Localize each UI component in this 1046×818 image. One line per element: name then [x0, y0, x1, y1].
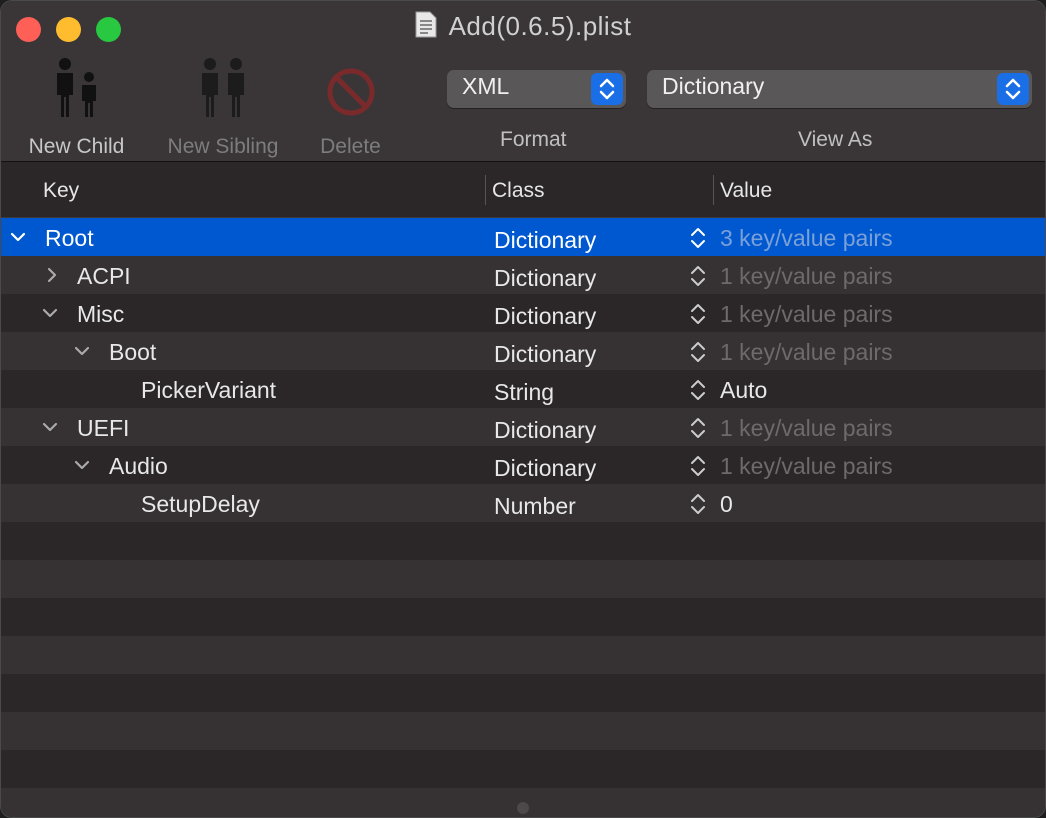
- window-title: Add(0.6.5).plist: [1, 11, 1045, 42]
- new-sibling-label: New Sibling: [167, 135, 279, 158]
- resize-handle[interactable]: [517, 802, 529, 814]
- column-header-value[interactable]: Value: [720, 179, 772, 203]
- row-class: Dictionary: [494, 303, 597, 329]
- delete-label: Delete: [320, 135, 381, 158]
- row-value: 1 key/value pairs: [720, 453, 893, 479]
- class-stepper-icon[interactable]: [689, 303, 707, 325]
- table-row[interactable]: ACPI Dictionary 1 key/value pairs: [1, 256, 1045, 294]
- format-select[interactable]: XML: [447, 70, 626, 108]
- column-header-class[interactable]: Class: [492, 179, 545, 203]
- delete-button[interactable]: Delete: [313, 56, 388, 159]
- empty-row: [1, 712, 1045, 750]
- row-class: Dictionary: [494, 341, 597, 367]
- table-row[interactable]: Boot Dictionary 1 key/value pairs: [1, 332, 1045, 370]
- view-as-value: Dictionary: [662, 73, 765, 99]
- row-class: Dictionary: [494, 265, 597, 291]
- empty-row: [1, 750, 1045, 788]
- column-divider[interactable]: [485, 175, 486, 205]
- disclosure-expanded-icon[interactable]: [73, 342, 91, 360]
- empty-row: [1, 522, 1045, 560]
- row-key: SetupDelay: [141, 491, 260, 517]
- column-divider[interactable]: [713, 175, 714, 205]
- disclosure-collapsed-icon[interactable]: [43, 266, 61, 284]
- disclosure-expanded-icon[interactable]: [9, 228, 27, 246]
- disclosure-expanded-icon[interactable]: [73, 456, 91, 474]
- table-row[interactable]: SetupDelay Number 0: [1, 484, 1045, 522]
- row-key: UEFI: [77, 415, 130, 441]
- row-key: Misc: [77, 301, 125, 327]
- empty-row: [1, 598, 1045, 636]
- format-chevron-icon: [591, 73, 623, 105]
- format-label: Format: [500, 128, 567, 151]
- new-child-button[interactable]: New Child: [19, 56, 134, 159]
- row-class: Number: [494, 493, 576, 519]
- row-value: 1 key/value pairs: [720, 339, 893, 365]
- row-value: 1 key/value pairs: [720, 415, 893, 441]
- row-class: String: [494, 379, 555, 405]
- table-header: Key Class Value: [1, 162, 1045, 218]
- row-value[interactable]: Auto: [720, 377, 767, 404]
- view-as-select[interactable]: Dictionary: [647, 70, 1032, 108]
- row-class: Dictionary: [494, 455, 597, 481]
- row-value: 1 key/value pairs: [720, 301, 893, 327]
- titlebar-toolbar: Add(0.6.5).plist New Child New Sibling D…: [1, 1, 1045, 162]
- row-key: Root: [45, 225, 94, 251]
- delete-icon: [327, 68, 374, 116]
- plist-document-icon: [415, 11, 437, 38]
- class-stepper-icon[interactable]: [689, 341, 707, 363]
- row-value: 1 key/value pairs: [720, 263, 893, 289]
- new-sibling-icon: [202, 58, 244, 117]
- row-value: 3 key/value pairs: [720, 225, 893, 251]
- disclosure-expanded-icon[interactable]: [41, 418, 59, 436]
- window-title-text: Add(0.6.5).plist: [448, 11, 632, 41]
- plist-editor-window: Add(0.6.5).plist New Child New Sibling D…: [0, 0, 1046, 818]
- class-stepper-icon[interactable]: [689, 493, 707, 515]
- empty-row: [1, 636, 1045, 674]
- row-class: Dictionary: [494, 227, 597, 253]
- class-stepper-icon[interactable]: [689, 417, 707, 439]
- class-stepper-icon[interactable]: [689, 265, 707, 287]
- row-key: Boot: [109, 339, 157, 365]
- column-header-key[interactable]: Key: [43, 179, 79, 203]
- table-row[interactable]: Root Dictionary 3 key/value pairs: [1, 218, 1045, 256]
- table-row[interactable]: Audio Dictionary 1 key/value pairs: [1, 446, 1045, 484]
- disclosure-expanded-icon[interactable]: [41, 304, 59, 322]
- table-row[interactable]: PickerVariant String Auto: [1, 370, 1045, 408]
- new-child-label: New Child: [28, 135, 125, 158]
- empty-row: [1, 560, 1045, 598]
- new-sibling-button[interactable]: New Sibling: [159, 56, 287, 159]
- row-class: Dictionary: [494, 417, 597, 443]
- format-value: XML: [462, 73, 510, 99]
- new-child-icon: [56, 58, 96, 117]
- table-row[interactable]: UEFI Dictionary 1 key/value pairs: [1, 408, 1045, 446]
- row-key: Audio: [109, 453, 168, 479]
- row-key: PickerVariant: [141, 377, 277, 403]
- empty-row: [1, 674, 1045, 712]
- view-as-chevron-icon: [997, 73, 1029, 105]
- class-stepper-icon[interactable]: [689, 455, 707, 477]
- view-as-label: View As: [798, 128, 873, 151]
- table-row[interactable]: Misc Dictionary 1 key/value pairs: [1, 294, 1045, 332]
- row-value[interactable]: 0: [720, 491, 733, 518]
- plist-outline: Root Dictionary 3 key/value pairs ACPI D…: [1, 218, 1045, 817]
- class-stepper-icon[interactable]: [689, 227, 707, 249]
- row-key: ACPI: [77, 263, 131, 289]
- class-stepper-icon[interactable]: [689, 379, 707, 401]
